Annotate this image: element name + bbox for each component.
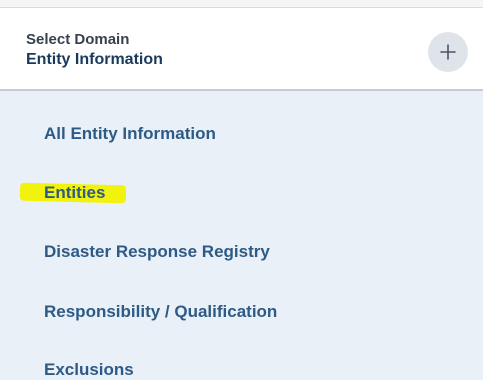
menu-item-exclusions[interactable]: Exclusions [44, 359, 134, 381]
menu-item-entities[interactable]: Entities [44, 182, 105, 204]
menu-item-responsibility-qualification[interactable]: Responsibility / Qualification [44, 301, 277, 323]
menu-item-all-entity-information[interactable]: All Entity Information [44, 123, 216, 145]
top-edge-strip [0, 0, 483, 8]
plus-icon [440, 44, 456, 60]
domain-navigation-panel: Select Domain Entity Information All Ent… [0, 0, 483, 380]
selected-domain-title: Entity Information [26, 51, 163, 68]
domain-selector-header[interactable]: Select Domain Entity Information [0, 8, 483, 90]
expand-domain-button[interactable] [428, 32, 468, 72]
menu-item-disaster-response-registry[interactable]: Disaster Response Registry [44, 241, 270, 263]
domain-selector-caption: Select Domain [26, 31, 130, 48]
domain-menu: All Entity Information Entities Disaster… [0, 91, 483, 380]
